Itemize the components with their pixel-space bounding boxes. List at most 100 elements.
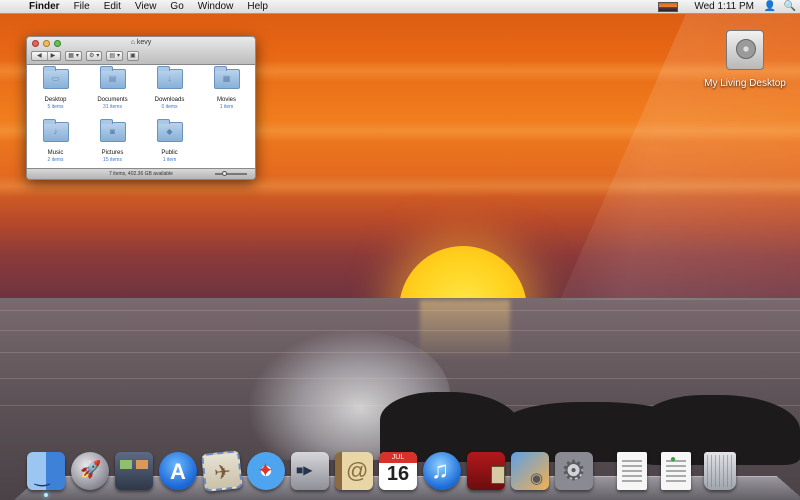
folder-icon: ◆ [156, 119, 183, 142]
hard-drive-icon[interactable] [726, 30, 764, 70]
folder-grid: ▭ Desktop 5 items ▤ Documents 31 items ↓… [27, 66, 255, 170]
folder-music[interactable]: ♪ Music 2 items [27, 119, 84, 172]
spotlight-icon[interactable]: 🔍 [780, 1, 800, 12]
menu-file[interactable]: File [67, 0, 97, 14]
public-glyph-icon: ◆ [166, 127, 173, 136]
menu-window[interactable]: Window [191, 0, 241, 14]
menu-view[interactable]: View [128, 0, 164, 14]
slider-knob[interactable] [221, 171, 227, 176]
arrange-icon: ▤ [109, 53, 116, 59]
folder-icon: ◙ [99, 119, 126, 142]
dock-address-book[interactable] [334, 450, 374, 492]
window-title: ⌂ kevy [27, 39, 255, 46]
folder-downloads[interactable]: ↓ Downloads 0 items [141, 66, 198, 119]
folder-count: 31 items [103, 104, 122, 110]
iphoto-icon [511, 452, 549, 490]
dock-trash[interactable] [700, 450, 740, 492]
folder-count: 2 items [47, 157, 64, 163]
gear-icon: ⚙ [88, 53, 95, 59]
dock-ical[interactable]: 16 [378, 450, 418, 492]
dock: 16 [26, 444, 740, 497]
folder-icon: ▤ [99, 66, 126, 89]
mission-control-icon [115, 452, 153, 490]
facetime-icon [291, 452, 329, 490]
folder-documents[interactable]: ▤ Documents 31 items [84, 66, 141, 119]
status-text: 7 items, 402.36 GB available [109, 171, 173, 177]
folder-pictures[interactable]: ◙ Pictures 15 items [84, 119, 141, 172]
forward-arrow-icon[interactable]: ▶ [46, 52, 59, 60]
sun-reflection [420, 300, 510, 360]
arrange-button[interactable]: ▤ ▾ [106, 51, 124, 61]
folder-icon: ▦ [213, 66, 240, 89]
chevron-down-icon: ▾ [96, 53, 100, 59]
dock-facetime[interactable] [290, 450, 330, 492]
movies-glyph-icon: ▦ [222, 74, 231, 83]
nav-buttons: ◀ ▶ [31, 51, 62, 61]
launchpad-icon [71, 452, 109, 490]
mail-icon [201, 450, 243, 492]
wave-line [0, 310, 800, 311]
menu-extra-flag-icon[interactable] [658, 1, 679, 12]
desktop-glyph-icon: ▭ [51, 74, 60, 83]
user-icon[interactable]: 👤 [760, 1, 780, 12]
safari-icon [247, 452, 285, 490]
dock-mail[interactable] [201, 450, 243, 492]
view-mode-button[interactable]: ▦ ▾ [65, 51, 82, 61]
downloads-stack-icon [661, 452, 691, 490]
trash-icon [704, 452, 736, 490]
dock-safari[interactable] [246, 450, 286, 492]
folder-desktop[interactable]: ▭ Desktop 5 items [27, 66, 84, 119]
folder-count: 1 item [162, 157, 177, 163]
folder-movies[interactable]: ▦ Movies 1 item [198, 66, 255, 119]
folder-icon: ↓ [156, 66, 183, 89]
folder-icon: ▭ [42, 66, 69, 89]
finder-status-bar: 7 items, 402.36 GB available [27, 168, 255, 179]
menu-app-finder[interactable]: Finder [22, 0, 67, 14]
share-button[interactable]: ▣ [127, 51, 139, 61]
dock-downloads-stack[interactable] [656, 450, 696, 492]
folder-public[interactable]: ◆ Public 1 item [141, 119, 198, 172]
folder-name: Desktop [44, 97, 67, 103]
folder-name: Downloads [154, 97, 185, 103]
menu-edit[interactable]: Edit [97, 0, 128, 14]
dock-photo-booth[interactable] [466, 450, 506, 492]
app-store-icon [159, 452, 197, 490]
dock-mission-control[interactable] [114, 450, 154, 492]
desktop-disk-item[interactable]: My Living Desktop [700, 30, 790, 89]
action-button[interactable]: ⚙ ▾ [85, 51, 103, 61]
documents-glyph-icon: ▤ [108, 74, 117, 83]
dock-launchpad[interactable] [70, 450, 110, 492]
address-book-icon [335, 452, 373, 490]
calendar-day: 16 [386, 463, 410, 485]
dock-system-preferences[interactable] [554, 450, 594, 492]
folder-count: 15 items [103, 157, 122, 163]
window-title-text: kevy [136, 39, 152, 46]
menu-go[interactable]: Go [163, 0, 190, 14]
chevron-down-icon: ▾ [75, 53, 79, 59]
running-indicator [44, 493, 48, 497]
photo-booth-icon [467, 452, 505, 490]
wave-line [0, 330, 800, 331]
itunes-icon [423, 452, 461, 490]
menu-help[interactable]: Help [240, 0, 275, 14]
finder-toolbar: ◀ ▶ ▦ ▾ ⚙ ▾ ▤ ▾ ▣ [31, 51, 139, 61]
dock-finder[interactable] [26, 450, 66, 497]
folder-count: 1 item [219, 104, 234, 110]
dock-itunes[interactable] [422, 450, 462, 492]
dock-iphoto[interactable] [510, 450, 550, 492]
chevron-down-icon: ▾ [117, 53, 121, 59]
back-arrow-icon[interactable]: ◀ [34, 52, 45, 60]
disk-label: My Living Desktop [704, 78, 786, 89]
finder-titlebar[interactable]: ⌂ kevy ◀ ▶ ▦ ▾ ⚙ ▾ ▤ ▾ ▣ [27, 37, 255, 65]
document-stack-icon [617, 452, 647, 490]
folder-name: Documents [97, 97, 128, 103]
home-icon: ⌂ [130, 39, 135, 46]
dock-documents-stack[interactable] [612, 450, 652, 492]
dock-app-store[interactable] [158, 450, 198, 492]
finder-icon [27, 452, 65, 490]
icon-size-slider[interactable] [215, 171, 247, 176]
system-preferences-icon [555, 452, 593, 490]
view-grid-icon: ▦ [68, 53, 74, 59]
calendar-icon: 16 [379, 452, 417, 490]
menu-clock[interactable]: Wed 1:11 PM [688, 1, 760, 12]
